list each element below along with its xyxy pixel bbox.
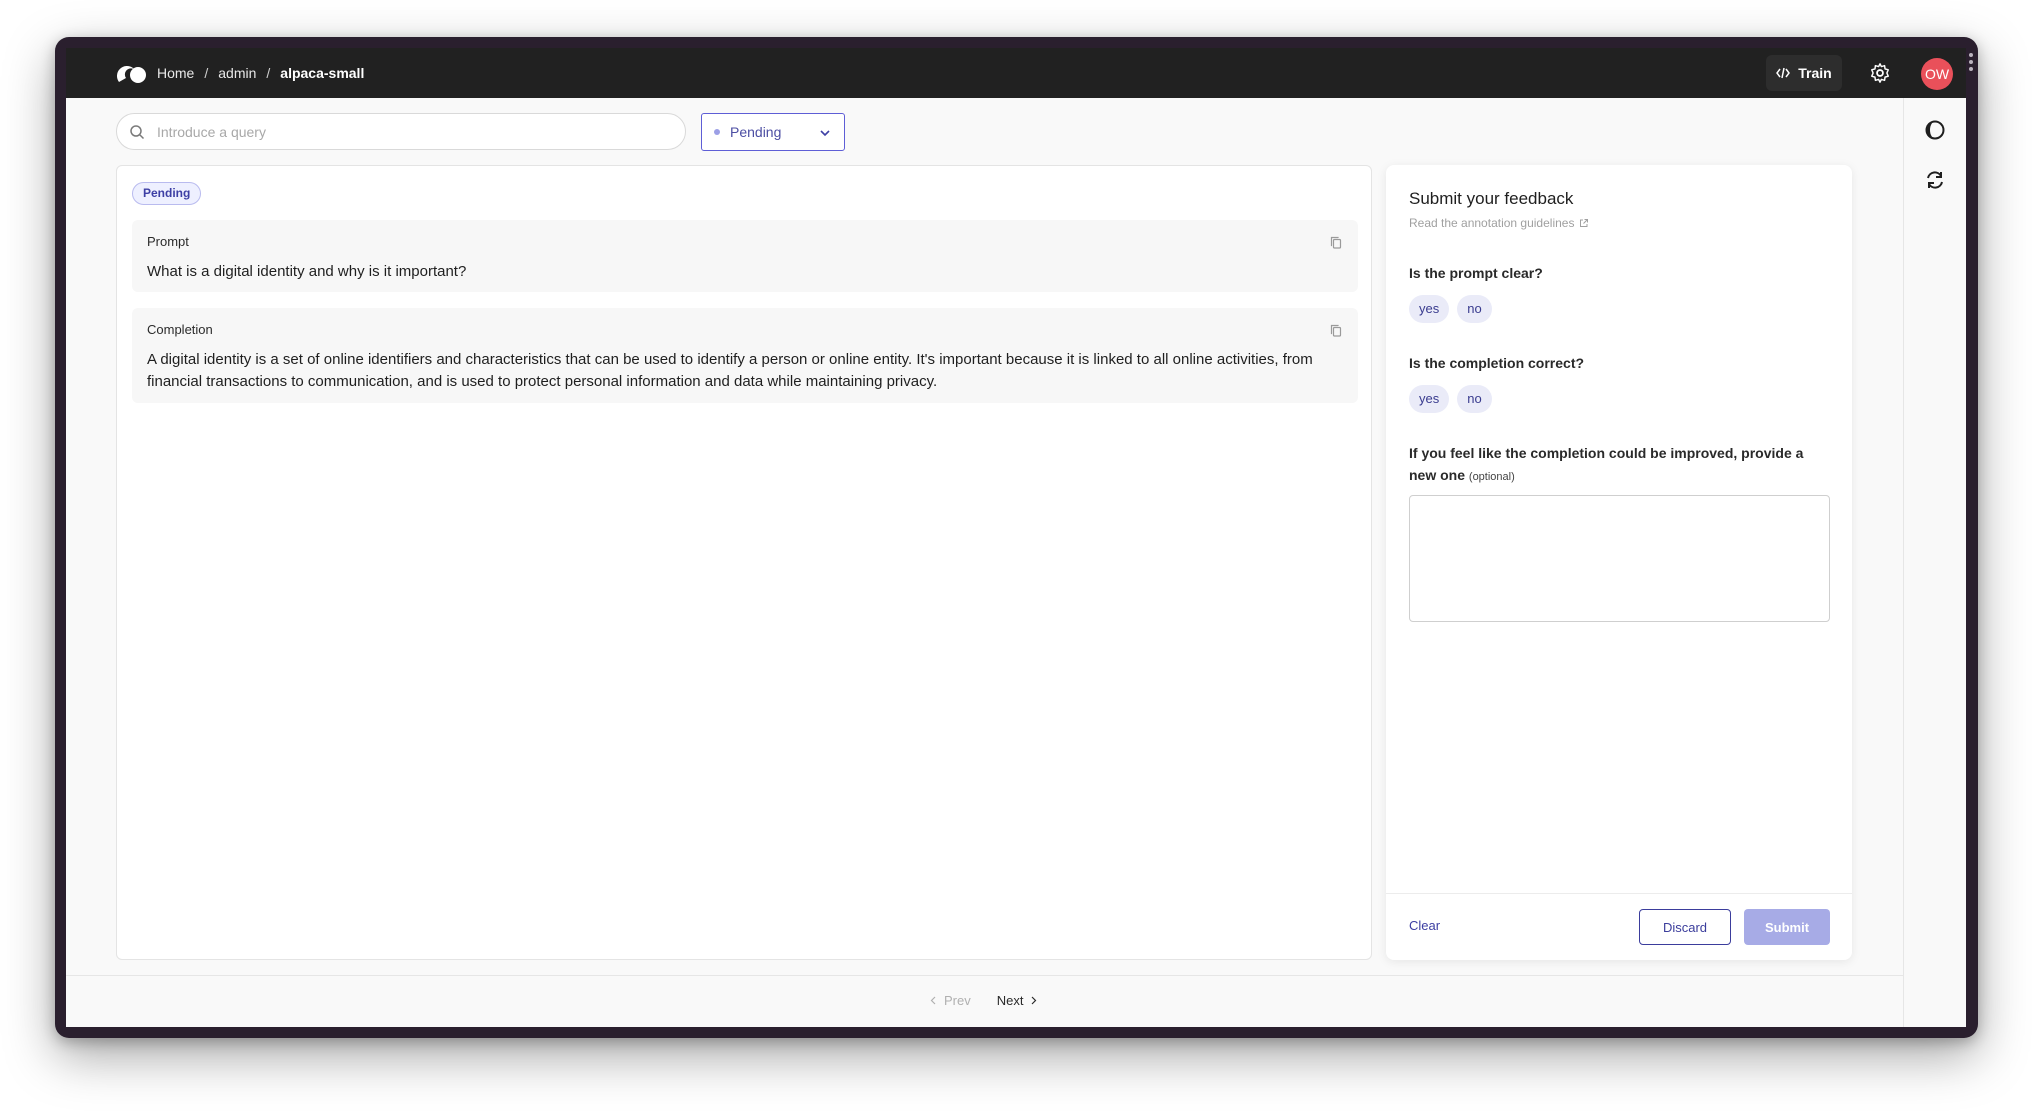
breadcrumb: Home / admin / alpaca-small: [157, 48, 364, 98]
copy-icon[interactable]: [1330, 324, 1342, 337]
app-screen: Home / admin / alpaca-small Train OW Int…: [66, 48, 1966, 1027]
breadcrumb-current: alpaca-small: [280, 65, 365, 81]
gear-icon[interactable]: [1869, 62, 1891, 84]
breadcrumb-separator: /: [204, 65, 209, 81]
completion-field: Completion A digital identity is a set o…: [132, 308, 1358, 403]
chevron-right-icon: [1032, 996, 1037, 1005]
guidelines-link[interactable]: Read the annotation guidelines: [1409, 216, 1589, 230]
chevron-down-icon: [820, 130, 830, 137]
top-bar: Home / admin / alpaca-small Train OW: [66, 48, 1966, 98]
search-bar: [116, 113, 686, 150]
next-button-label: Next: [996, 993, 1024, 1008]
record-card: Pending Prompt What is a digital identit…: [116, 165, 1372, 960]
status-filter-value: Pending: [730, 124, 782, 140]
question-improved-completion: If you feel like the completion could be…: [1409, 442, 1829, 488]
prompt-field-text: What is a digital identity and why is it…: [147, 263, 467, 280]
external-link-icon: [1580, 219, 1589, 227]
option-yes[interactable]: yes: [1409, 295, 1450, 323]
breadcrumb-separator: /: [266, 65, 271, 81]
option-no[interactable]: no: [1457, 385, 1492, 413]
prev-button-label: Prev: [944, 993, 971, 1008]
question-prompt-clear: Is the prompt clear?: [1409, 265, 1543, 281]
feedback-footer: Clear Discard Submit: [1386, 893, 1852, 960]
prompt-field-title: Prompt: [147, 234, 189, 249]
breadcrumb-admin[interactable]: admin: [218, 65, 256, 81]
search-icon: [130, 125, 145, 140]
copy-icon[interactable]: [1330, 236, 1342, 249]
question-completion-correct-options: yes no: [1409, 385, 1492, 413]
discard-button[interactable]: Discard: [1639, 909, 1731, 945]
logo-icon[interactable]: [116, 62, 148, 84]
status-dot-icon: [714, 129, 720, 135]
contrast-icon[interactable]: [1924, 119, 1946, 141]
train-button-label: Train: [1798, 65, 1832, 81]
code-icon: [1776, 67, 1791, 79]
submit-button[interactable]: Submit: [1744, 909, 1830, 945]
breadcrumb-home[interactable]: Home: [157, 65, 194, 81]
chevron-left-icon: [930, 996, 936, 1005]
status-badge: Pending: [132, 182, 202, 205]
completion-field-title: Completion: [147, 322, 213, 337]
search-input[interactable]: [157, 123, 657, 140]
status-filter-select[interactable]: Pending: [701, 113, 845, 151]
right-rail: [1903, 98, 1966, 1027]
guidelines-link-label: Read the annotation guidelines: [1409, 216, 1575, 230]
pagination: Prev Next: [930, 993, 1037, 1008]
question-prompt-clear-options: yes no: [1409, 295, 1492, 323]
refresh-icon[interactable]: [1924, 169, 1946, 191]
clear-button[interactable]: Clear: [1409, 918, 1440, 933]
feedback-panel: Submit your feedback Read the annotation…: [1386, 165, 1852, 960]
improved-completion-textarea[interactable]: [1409, 495, 1830, 622]
avatar[interactable]: OW: [1921, 58, 1953, 90]
window-menu-dots-icon[interactable]: [1969, 53, 1973, 71]
prompt-field: Prompt What is a digital identity and wh…: [132, 220, 1358, 292]
question-completion-correct: Is the completion correct?: [1409, 355, 1585, 371]
pagination-bar: Prev Next: [66, 975, 1903, 1027]
prev-button[interactable]: Prev: [930, 993, 971, 1008]
optional-tag: (optional): [1468, 471, 1515, 483]
feedback-title: Submit your feedback: [1409, 189, 1574, 208]
option-no[interactable]: no: [1457, 295, 1492, 323]
option-yes[interactable]: yes: [1409, 385, 1450, 413]
train-button[interactable]: Train: [1766, 55, 1842, 91]
next-button[interactable]: Next: [997, 993, 1038, 1008]
completion-field-text: A digital identity is a set of online id…: [147, 351, 1313, 390]
